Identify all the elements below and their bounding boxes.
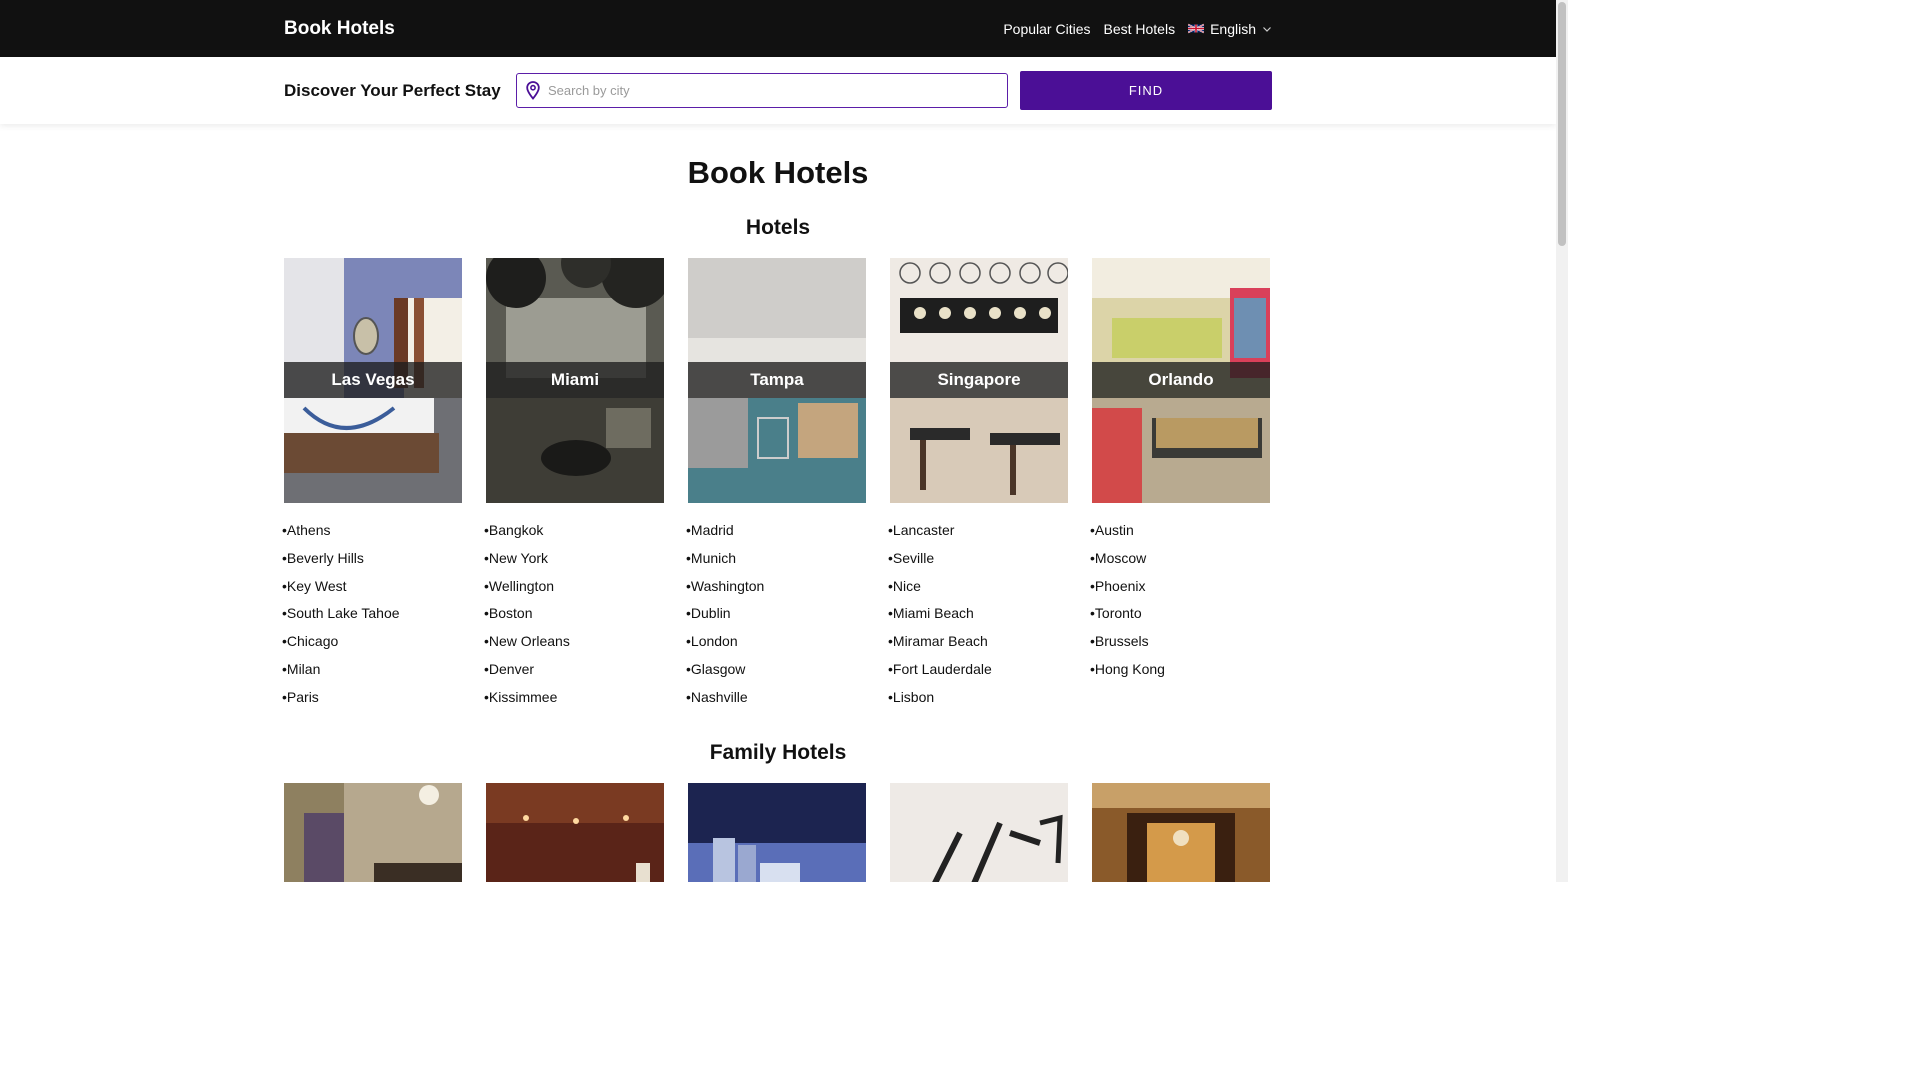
nav-popular-cities[interactable]: Popular Cities <box>1003 21 1090 37</box>
city-link[interactable]: Fort Lauderdale <box>890 661 1068 689</box>
city-link[interactable]: Madrid <box>688 522 866 550</box>
search-tagline: Discover Your Perfect Stay <box>284 80 501 100</box>
city-card-miami[interactable]: Miami <box>486 258 664 503</box>
city-link[interactable]: Beverly Hills <box>284 550 462 578</box>
city-link[interactable]: Moscow <box>1092 550 1270 578</box>
city-card-singapore[interactable]: Singapore <box>890 258 1068 503</box>
city-card-label: Singapore <box>890 362 1068 398</box>
city-link[interactable]: Wellington <box>486 578 664 606</box>
city-link[interactable]: London <box>688 633 866 661</box>
city-link[interactable]: Bangkok <box>486 522 664 550</box>
city-list-tampa: Madrid Munich Washington Dublin London G… <box>688 522 866 717</box>
city-link[interactable]: Austin <box>1092 522 1270 550</box>
hotel-wall-art-image <box>890 782 1068 882</box>
city-link[interactable]: Key West <box>284 578 462 606</box>
find-button[interactable]: FIND <box>1020 71 1272 110</box>
city-link[interactable]: Nashville <box>688 689 866 717</box>
city-card-tampa[interactable]: Tampa <box>688 258 866 503</box>
city-card-las-vegas[interactable]: Las Vegas <box>284 258 462 503</box>
chevron-down-icon <box>1263 26 1271 32</box>
city-link[interactable]: Dublin <box>688 605 866 633</box>
language-label: English <box>1210 20 1256 37</box>
city-link[interactable]: Kissimmee <box>486 689 664 717</box>
city-link[interactable]: Athens <box>284 522 462 550</box>
city-link[interactable]: Chicago <box>284 633 462 661</box>
city-link[interactable]: Boston <box>486 605 664 633</box>
top-nav-bar: Book Hotels Popular Cities Best Hotels E… <box>0 0 1556 57</box>
city-card-label: Miami <box>486 362 664 398</box>
city-card-label: Orlando <box>1092 362 1270 398</box>
page: Book Hotels Popular Cities Best Hotels E… <box>0 0 1556 882</box>
hotel-cards: Las Vegas Miami Tampa Singapore Orlando <box>284 258 1272 503</box>
city-list-orlando: Austin Moscow Phoenix Toronto Brussels H… <box>1092 522 1270 717</box>
city-link[interactable]: Washington <box>688 578 866 606</box>
city-card-orlando[interactable]: Orlando <box>1092 258 1270 503</box>
family-hotel-card[interactable] <box>486 782 664 882</box>
city-card-label: Tampa <box>688 362 866 398</box>
hotel-corridor-image <box>1092 782 1270 882</box>
city-link[interactable]: South Lake Tahoe <box>284 605 462 633</box>
city-link[interactable]: Glasgow <box>688 661 866 689</box>
hotel-skyline-image <box>688 782 866 882</box>
language-selector[interactable]: English <box>1188 21 1272 37</box>
city-link[interactable]: Miami Beach <box>890 605 1068 633</box>
hotels-heading: Hotels <box>745 216 811 239</box>
nav-best-hotels[interactable]: Best Hotels <box>1103 21 1175 37</box>
search-box <box>516 73 1008 108</box>
city-link[interactable]: Denver <box>486 661 664 689</box>
family-hotel-cards <box>284 782 1272 882</box>
city-link[interactable]: Toronto <box>1092 605 1270 633</box>
search-input[interactable] <box>548 83 1007 98</box>
family-hotel-card[interactable] <box>688 782 866 882</box>
main-content: Book Hotels Hotels Las Vegas Miami Tampa… <box>284 155 1272 882</box>
city-link[interactable]: Lisbon <box>890 689 1068 717</box>
city-link[interactable]: Lancaster <box>890 522 1068 550</box>
city-list-singapore: Lancaster Seville Nice Miami Beach Miram… <box>890 522 1068 717</box>
city-link[interactable]: Hong Kong <box>1092 661 1270 689</box>
uk-flag-icon <box>1188 23 1205 34</box>
city-link[interactable]: Munich <box>688 550 866 578</box>
search-bar: Discover Your Perfect Stay FIND <box>0 57 1556 124</box>
city-link[interactable]: Seville <box>890 550 1068 578</box>
hotel-bar-image <box>486 782 664 882</box>
brand-logo[interactable]: Book Hotels <box>284 18 395 40</box>
city-link-lists: Athens Beverly Hills Key West South Lake… <box>284 522 1272 717</box>
city-list-las-vegas: Athens Beverly Hills Key West South Lake… <box>284 522 462 717</box>
page-title: Book Hotels <box>687 155 869 190</box>
city-link[interactable]: Miramar Beach <box>890 633 1068 661</box>
family-hotel-card[interactable] <box>1092 782 1270 882</box>
location-pin-icon <box>526 81 540 100</box>
top-nav: Popular Cities Best Hotels English <box>1003 21 1272 37</box>
city-link[interactable]: Brussels <box>1092 633 1270 661</box>
city-link[interactable]: New Orleans <box>486 633 664 661</box>
hotel-bedroom-image <box>284 782 462 882</box>
family-hotel-card[interactable] <box>890 782 1068 882</box>
family-hotels-heading: Family Hotels <box>709 740 847 764</box>
scrollbar-thumb[interactable] <box>1558 2 1566 246</box>
city-link[interactable]: Milan <box>284 661 462 689</box>
city-list-miami: Bangkok New York Wellington Boston New O… <box>486 522 664 717</box>
city-link[interactable]: Paris <box>284 689 462 717</box>
page-scrollbar[interactable] <box>1556 0 1568 882</box>
city-card-label: Las Vegas <box>284 362 462 398</box>
family-hotel-card[interactable] <box>284 782 462 882</box>
city-link[interactable]: New York <box>486 550 664 578</box>
city-link[interactable]: Phoenix <box>1092 578 1270 606</box>
city-link[interactable]: Nice <box>890 578 1068 606</box>
